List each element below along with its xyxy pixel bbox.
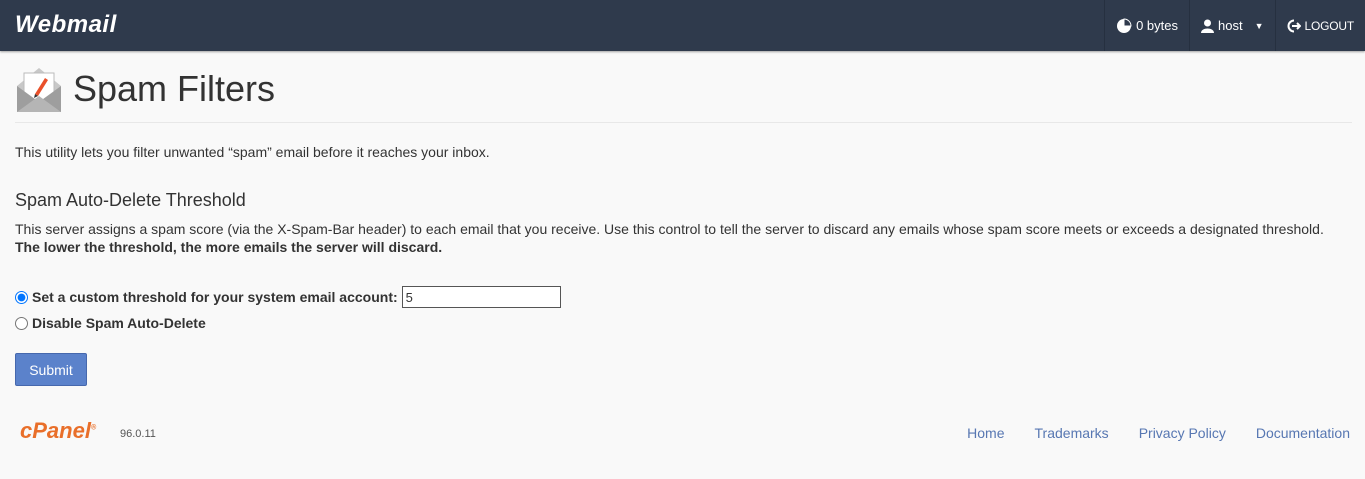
logout-button[interactable]: LOGOUT <box>1274 0 1365 51</box>
top-right-menu: 0 bytes host ▼ LOGOUT <box>1104 0 1365 51</box>
caret-down-icon: ▼ <box>1254 20 1264 31</box>
description-bold: The lower the threshold, the more emails… <box>15 239 443 255</box>
page-title: Spam Filters <box>73 68 276 109</box>
footer-link-privacy-policy[interactable]: Privacy Policy <box>1139 425 1226 441</box>
logout-label: LOGOUT <box>1304 18 1355 33</box>
footer-links: Home Trademarks Privacy Policy Documenta… <box>937 425 1350 441</box>
envelope-pen-icon <box>17 68 61 112</box>
user-name: host <box>1218 18 1243 33</box>
page-header: Spam Filters <box>15 63 275 115</box>
threshold-input[interactable] <box>401 286 561 308</box>
top-navbar: Webmail 0 bytes host ▼ LOGOUT <box>0 0 1365 51</box>
footer-link-trademarks[interactable]: Trademarks <box>1035 425 1109 441</box>
disable-radio[interactable] <box>15 316 28 330</box>
custom-threshold-label: Set a custom threshold for your system e… <box>32 289 398 305</box>
logout-icon <box>1287 19 1301 32</box>
title-divider <box>15 122 1352 123</box>
cpanel-logo-text: cPanel <box>20 418 91 443</box>
webmail-logo[interactable]: Webmail <box>15 11 117 39</box>
footer-link-home[interactable]: Home <box>967 425 1004 441</box>
version-text: 96.0.11 <box>120 428 156 440</box>
disable-option[interactable]: Disable Spam Auto-Delete <box>15 315 206 331</box>
submit-button[interactable]: Submit <box>15 353 87 386</box>
disk-usage-text: 0 bytes <box>1136 18 1179 33</box>
section-heading: Spam Auto-Delete Threshold <box>15 190 246 210</box>
custom-threshold-radio[interactable] <box>15 290 28 304</box>
pie-chart-icon <box>1117 17 1132 33</box>
section-description: This server assigns a spam score (via th… <box>15 220 1335 256</box>
registered-mark: ® <box>90 424 97 432</box>
user-menu[interactable]: host ▼ <box>1189 0 1275 51</box>
custom-threshold-option[interactable]: Set a custom threshold for your system e… <box>15 286 561 308</box>
footer-link-documentation[interactable]: Documentation <box>1256 425 1350 441</box>
intro-text: This utility lets you filter unwanted “s… <box>15 144 490 160</box>
disable-label: Disable Spam Auto-Delete <box>32 315 206 331</box>
disk-usage-link[interactable]: 0 bytes <box>1104 0 1189 51</box>
user-icon <box>1201 19 1215 33</box>
cpanel-logo[interactable]: cPanel® <box>20 418 96 444</box>
description-text: This server assigns a spam score (via th… <box>15 221 1324 237</box>
